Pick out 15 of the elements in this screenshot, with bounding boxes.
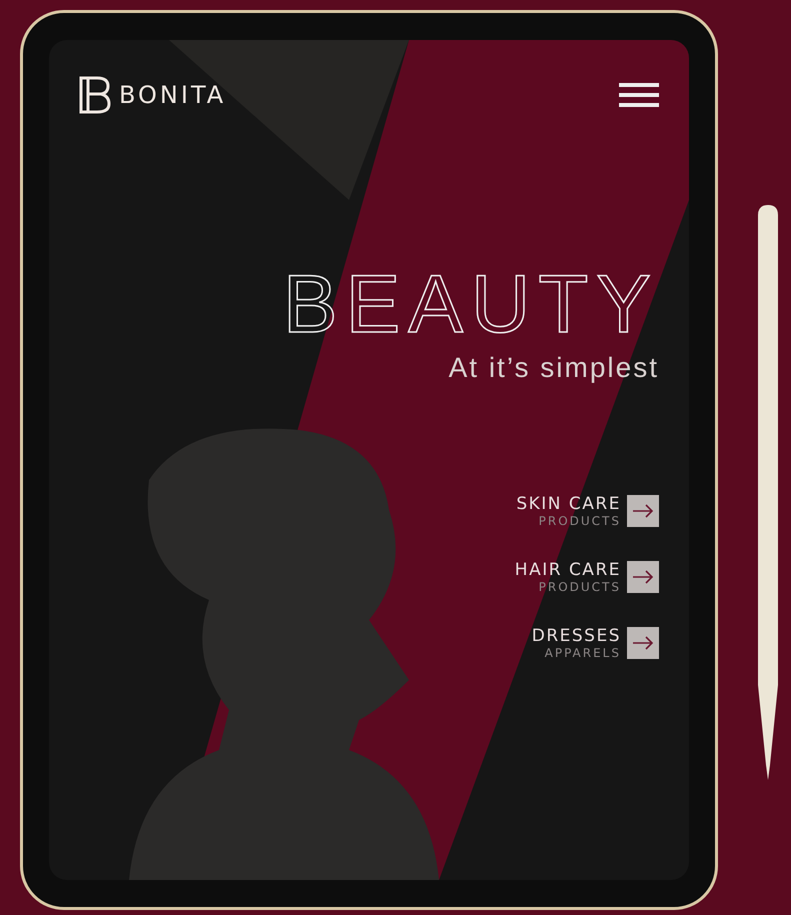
category-title: HAIR CARE (514, 560, 621, 580)
category-title: SKIN CARE (516, 494, 621, 514)
brand-name: BONITA (119, 81, 226, 109)
menu-icon[interactable] (619, 81, 659, 109)
arrow-button[interactable] (627, 627, 659, 659)
logo-icon (79, 76, 111, 114)
hero-subtitle: At it’s simplest (448, 352, 659, 384)
arrow-icon (632, 504, 654, 518)
category-subtitle: APPARELS (544, 646, 621, 660)
hero-title: BEAUTY (282, 264, 659, 346)
category-title: DRESSES (532, 626, 621, 646)
arrow-icon (632, 636, 654, 650)
arrow-button[interactable] (627, 495, 659, 527)
arrow-icon (632, 570, 654, 584)
arrow-button[interactable] (627, 561, 659, 593)
